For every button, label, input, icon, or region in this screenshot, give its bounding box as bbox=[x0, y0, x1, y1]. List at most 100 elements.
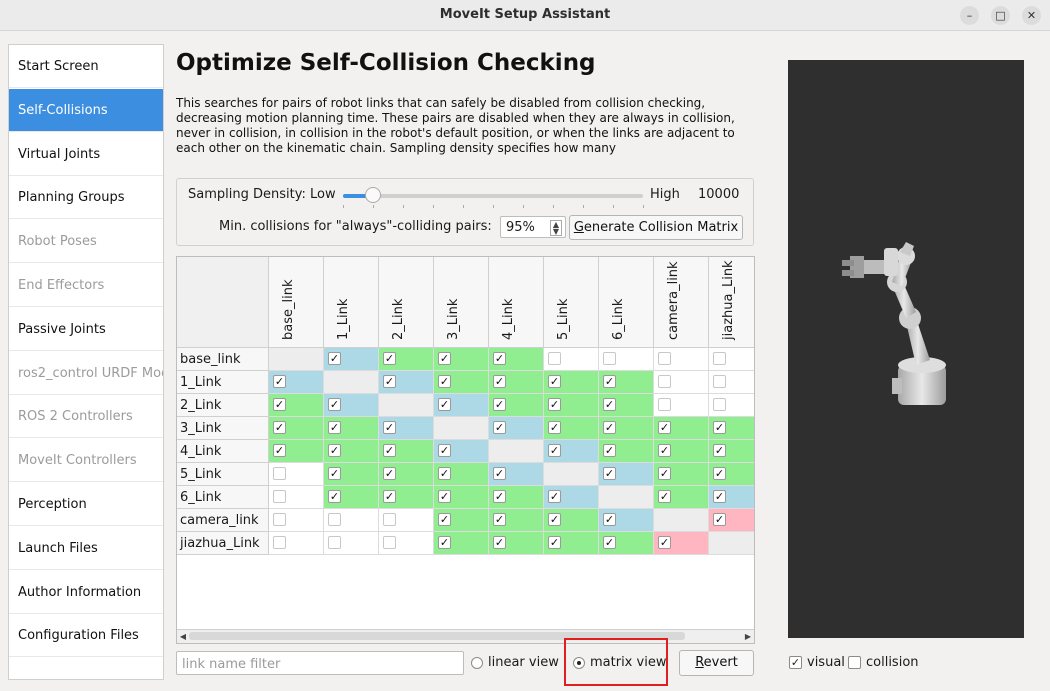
matrix-cell[interactable]: ✓ bbox=[544, 509, 599, 532]
matrix-cell[interactable]: ✓ bbox=[709, 509, 754, 532]
matrix-cell[interactable]: ✓ bbox=[379, 440, 434, 463]
matrix-cell[interactable]: ✓ bbox=[489, 486, 544, 509]
revert-button[interactable]: Revert bbox=[679, 650, 754, 676]
sidebar-item-13[interactable]: Configuration Files bbox=[9, 614, 163, 658]
sidebar-item-2[interactable]: Virtual Joints bbox=[9, 133, 163, 176]
checkbox-checked-icon[interactable]: ✓ bbox=[713, 513, 726, 526]
matrix-cell[interactable] bbox=[599, 348, 654, 371]
checkbox-checked-icon[interactable]: ✓ bbox=[328, 467, 341, 480]
matrix-cell[interactable] bbox=[489, 440, 544, 463]
checkbox-checked-icon[interactable]: ✓ bbox=[493, 398, 506, 411]
collision-label[interactable]: collision bbox=[866, 655, 919, 670]
checkbox-checked-icon[interactable]: ✓ bbox=[383, 375, 396, 388]
checkbox-checked-icon[interactable]: ✓ bbox=[438, 536, 451, 549]
checkbox-unchecked-icon[interactable] bbox=[713, 352, 726, 365]
matrix-cell[interactable]: ✓ bbox=[654, 440, 709, 463]
sampling-density-slider[interactable] bbox=[343, 187, 643, 203]
checkbox-checked-icon[interactable]: ✓ bbox=[273, 421, 286, 434]
checkbox-checked-icon[interactable]: ✓ bbox=[383, 467, 396, 480]
checkbox-checked-icon[interactable]: ✓ bbox=[603, 536, 616, 549]
checkbox-checked-icon[interactable]: ✓ bbox=[603, 421, 616, 434]
matrix-cell[interactable]: ✓ bbox=[709, 486, 754, 509]
matrix-cell[interactable] bbox=[269, 532, 324, 555]
checkbox-checked-icon[interactable]: ✓ bbox=[658, 421, 671, 434]
matrix-cell[interactable]: ✓ bbox=[544, 440, 599, 463]
checkbox-checked-icon[interactable]: ✓ bbox=[493, 352, 506, 365]
matrix-cell[interactable]: ✓ bbox=[379, 348, 434, 371]
matrix-cell[interactable]: ✓ bbox=[269, 417, 324, 440]
matrix-cell[interactable]: ✓ bbox=[654, 463, 709, 486]
matrix-cell[interactable]: ✓ bbox=[324, 417, 379, 440]
matrix-cell[interactable] bbox=[269, 486, 324, 509]
checkbox-checked-icon[interactable]: ✓ bbox=[493, 467, 506, 480]
checkbox-checked-icon[interactable]: ✓ bbox=[383, 490, 396, 503]
matrix-cell[interactable]: ✓ bbox=[324, 486, 379, 509]
matrix-cell[interactable]: ✓ bbox=[324, 440, 379, 463]
matrix-cell[interactable]: ✓ bbox=[489, 394, 544, 417]
checkbox-checked-icon[interactable]: ✓ bbox=[383, 421, 396, 434]
checkbox-checked-icon[interactable]: ✓ bbox=[493, 490, 506, 503]
sidebar-item-10[interactable]: Perception bbox=[9, 483, 163, 526]
matrix-cell[interactable]: ✓ bbox=[269, 440, 324, 463]
checkbox-checked-icon[interactable]: ✓ bbox=[658, 444, 671, 457]
matrix-cell[interactable]: ✓ bbox=[709, 417, 754, 440]
link-name-filter[interactable] bbox=[176, 651, 464, 675]
checkbox-unchecked-icon[interactable] bbox=[603, 352, 616, 365]
checkbox-checked-icon[interactable]: ✓ bbox=[493, 421, 506, 434]
checkbox-unchecked-icon[interactable] bbox=[548, 352, 561, 365]
maximize-icon[interactable]: □ bbox=[991, 6, 1010, 25]
collision-matrix[interactable]: ◀ ▶ base_link 1_Link 2_Link 3_Link 4_Link 5_L… bbox=[176, 256, 755, 644]
checkbox-checked-icon[interactable]: ✓ bbox=[713, 444, 726, 457]
checkbox-checked-icon[interactable]: ✓ bbox=[383, 444, 396, 457]
checkbox-checked-icon[interactable]: ✓ bbox=[328, 421, 341, 434]
sidebar-item-6[interactable]: Passive Joints bbox=[9, 308, 163, 351]
checkbox-unchecked-icon[interactable] bbox=[273, 467, 286, 480]
matrix-cell[interactable] bbox=[324, 532, 379, 555]
generate-collision-matrix-button[interactable]: Generate Collision Matrix bbox=[569, 215, 743, 240]
checkbox-checked-icon[interactable]: ✓ bbox=[273, 398, 286, 411]
matrix-cell[interactable]: ✓ bbox=[489, 532, 544, 555]
matrix-cell[interactable]: ✓ bbox=[544, 394, 599, 417]
checkbox-unchecked-icon[interactable] bbox=[328, 513, 341, 526]
matrix-cell[interactable] bbox=[654, 509, 709, 532]
matrix-cell[interactable] bbox=[379, 394, 434, 417]
matrix-cell[interactable] bbox=[379, 532, 434, 555]
checkbox-checked-icon[interactable]: ✓ bbox=[328, 490, 341, 503]
visual-label[interactable]: visual bbox=[807, 655, 845, 670]
matrix-cell[interactable]: ✓ bbox=[379, 417, 434, 440]
matrix-cell[interactable]: ✓ bbox=[654, 532, 709, 555]
checkbox-checked-icon[interactable]: ✓ bbox=[603, 467, 616, 480]
checkbox-unchecked-icon[interactable] bbox=[658, 398, 671, 411]
matrix-cell[interactable] bbox=[654, 371, 709, 394]
matrix-cell[interactable] bbox=[544, 463, 599, 486]
matrix-cell[interactable]: ✓ bbox=[654, 417, 709, 440]
sidebar-item-0[interactable]: Start Screen bbox=[9, 45, 163, 88]
visual-checkbox[interactable]: ✓ bbox=[789, 656, 802, 669]
matrix-cell[interactable]: ✓ bbox=[599, 440, 654, 463]
checkbox-checked-icon[interactable]: ✓ bbox=[438, 467, 451, 480]
sidebar-item-4[interactable]: Robot Poses bbox=[9, 220, 163, 264]
checkbox-checked-icon[interactable]: ✓ bbox=[658, 467, 671, 480]
checkbox-checked-icon[interactable]: ✓ bbox=[548, 398, 561, 411]
checkbox-unchecked-icon[interactable] bbox=[328, 536, 341, 549]
checkbox-checked-icon[interactable]: ✓ bbox=[548, 375, 561, 388]
checkbox-unchecked-icon[interactable] bbox=[273, 513, 286, 526]
checkbox-checked-icon[interactable]: ✓ bbox=[438, 444, 451, 457]
sidebar-item-5[interactable]: End Effectors bbox=[9, 264, 163, 307]
matrix-cell[interactable] bbox=[324, 509, 379, 532]
matrix-cell[interactable]: ✓ bbox=[489, 509, 544, 532]
matrix-cell[interactable]: ✓ bbox=[709, 463, 754, 486]
checkbox-checked-icon[interactable]: ✓ bbox=[548, 490, 561, 503]
matrix-cell[interactable] bbox=[709, 532, 754, 555]
matrix-cell[interactable]: ✓ bbox=[379, 486, 434, 509]
matrix-cell[interactable] bbox=[599, 486, 654, 509]
matrix-cell[interactable]: ✓ bbox=[599, 394, 654, 417]
sidebar-item-11[interactable]: Launch Files bbox=[9, 527, 163, 570]
checkbox-checked-icon[interactable]: ✓ bbox=[328, 444, 341, 457]
matrix-cell[interactable]: ✓ bbox=[379, 463, 434, 486]
matrix-cell[interactable] bbox=[324, 371, 379, 394]
matrix-cell[interactable] bbox=[654, 394, 709, 417]
matrix-cell[interactable] bbox=[379, 509, 434, 532]
checkbox-checked-icon[interactable]: ✓ bbox=[493, 375, 506, 388]
matrix-cell[interactable] bbox=[544, 348, 599, 371]
